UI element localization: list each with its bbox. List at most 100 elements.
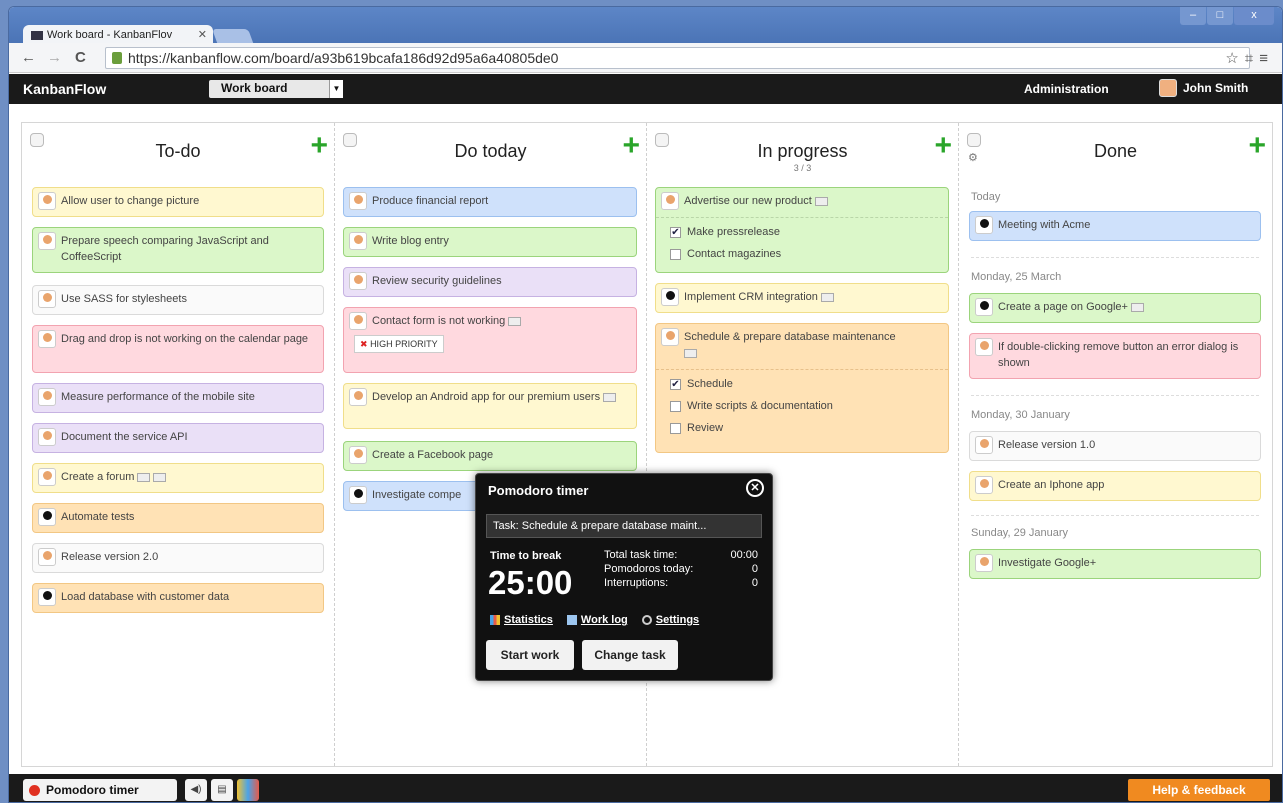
close-tab-icon[interactable]: ✕: [198, 28, 207, 41]
task-card[interactable]: Produce financial report: [343, 187, 637, 217]
checkbox[interactable]: [670, 422, 681, 434]
avatar: [975, 216, 993, 234]
url-text: https://kanbanflow.com/board/a93b619bcaf…: [128, 50, 559, 66]
subtask[interactable]: Write scripts & documentation: [670, 398, 942, 414]
task-card[interactable]: Release version 2.0: [32, 543, 324, 573]
start-work-button[interactable]: Start work: [486, 640, 574, 670]
checkbox-checked[interactable]: ✔: [670, 378, 681, 390]
print-icon[interactable]: ▤: [211, 779, 233, 801]
column-done: ⚙ Done + Today Meeting with Acme Monday,…: [959, 123, 1272, 766]
task-card[interactable]: Automate tests: [32, 503, 324, 533]
task-card[interactable]: Load database with customer data: [32, 583, 324, 613]
task-card[interactable]: Prepare speech comparing JavaScript and …: [32, 227, 324, 273]
tomato-icon: [29, 784, 40, 796]
time-to-break-label: Time to break: [490, 550, 562, 562]
add-task-icon[interactable]: +: [934, 131, 952, 161]
task-title: Create a Facebook page: [372, 449, 494, 461]
app-logo[interactable]: KanbanFlow: [23, 81, 106, 97]
user-menu[interactable]: John Smith: [1159, 79, 1248, 97]
administration-link[interactable]: Administration: [1024, 82, 1109, 96]
browser-window: Work board - KanbanFlov ✕ – □ x ← → C ht…: [8, 6, 1283, 803]
sound-icon[interactable]: ◀): [185, 779, 207, 801]
forward-icon[interactable]: →: [47, 49, 62, 66]
add-task-icon[interactable]: +: [622, 131, 640, 161]
task-card[interactable]: Release version 1.0: [969, 431, 1261, 461]
user-name: John Smith: [1183, 81, 1249, 95]
subtask-label: Contact magazines: [687, 248, 782, 260]
task-title: Produce financial report: [372, 195, 489, 207]
divider: [971, 515, 1259, 516]
priority-label: HIGH PRIORITY: [370, 339, 438, 349]
pin-icon: ✖: [360, 339, 368, 349]
pomodoro-timer-button[interactable]: Pomodoro timer: [23, 779, 177, 801]
settings-link[interactable]: Settings: [641, 614, 699, 626]
task-card[interactable]: Create a page on Google+: [969, 293, 1261, 323]
back-icon[interactable]: ←: [21, 49, 36, 66]
task-card[interactable]: Develop an Android app for our premium u…: [343, 383, 637, 429]
add-task-icon[interactable]: +: [310, 131, 328, 161]
checkbox-checked[interactable]: ✔: [670, 226, 681, 238]
work-log-label: Work log: [580, 614, 628, 626]
current-task: Task: Schedule & prepare database maint.…: [486, 514, 762, 538]
divider: [971, 257, 1259, 258]
minimize-icon[interactable]: –: [1180, 7, 1206, 25]
work-log-link[interactable]: Work log: [566, 614, 628, 626]
task-card[interactable]: Create a Facebook page: [343, 441, 637, 471]
help-feedback-button[interactable]: Help & feedback: [1128, 779, 1270, 801]
total-time-value: 00:00: [730, 549, 758, 561]
avatar: [975, 476, 993, 494]
task-card[interactable]: Use SASS for stylesheets: [32, 285, 324, 315]
task-card[interactable]: Allow user to change picture: [32, 187, 324, 217]
subtask[interactable]: ✔ Make pressrelease: [670, 224, 942, 240]
task-card[interactable]: Create a forum: [32, 463, 324, 493]
window-close-icon[interactable]: x: [1234, 7, 1274, 25]
task-card[interactable]: Implement CRM integration: [655, 283, 949, 313]
task-card[interactable]: Document the service API: [32, 423, 324, 453]
divider: [971, 395, 1259, 396]
gear-icon: [641, 615, 652, 625]
url-field[interactable]: https://kanbanflow.com/board/a93b619bcaf…: [105, 47, 1250, 69]
checkbox[interactable]: [670, 400, 681, 412]
task-card[interactable]: Measure performance of the mobile site: [32, 383, 324, 413]
subtask[interactable]: ✔ Schedule: [670, 376, 942, 392]
maximize-icon[interactable]: □: [1207, 7, 1233, 25]
dialog-title: Pomodoro timer: [488, 483, 589, 498]
task-title: Create a page on Google+: [998, 301, 1128, 313]
subtask[interactable]: Contact magazines: [670, 246, 942, 262]
task-card[interactable]: Advertise our new product ✔ Make pressrel…: [655, 187, 949, 273]
avatar: [349, 388, 367, 406]
checkbox[interactable]: [670, 248, 681, 260]
task-card[interactable]: If double-clicking remove button an erro…: [969, 333, 1261, 379]
star-icon[interactable]: ☆: [1225, 50, 1244, 67]
date-group-label: Monday, 25 March: [971, 271, 1062, 283]
menu-icon[interactable]: ≡: [1259, 50, 1274, 67]
total-time-label: Total task time:: [604, 549, 678, 561]
reload-icon[interactable]: C: [75, 49, 86, 66]
task-card[interactable]: Contact form is not working ✖ HIGH PRIORI…: [343, 307, 637, 373]
task-title: Develop an Android app for our premium u…: [372, 391, 601, 403]
task-card[interactable]: Schedule & prepare database maintenance …: [655, 323, 949, 453]
task-card[interactable]: Create an Iphone app: [969, 471, 1261, 501]
close-icon[interactable]: ✕: [746, 479, 764, 497]
subtask-label: Write scripts & documentation: [687, 400, 833, 412]
board-select[interactable]: Work board ▼: [209, 80, 343, 98]
task-card[interactable]: Investigate Google+: [969, 549, 1261, 579]
task-title: Use SASS for stylesheets: [61, 293, 187, 305]
avatar: [661, 192, 679, 210]
avatar: [1159, 79, 1177, 97]
task-card[interactable]: Drag and drop is not working on the cale…: [32, 325, 324, 373]
task-card[interactable]: Review security guidelines: [343, 267, 637, 297]
add-task-icon[interactable]: +: [1248, 131, 1266, 161]
screen-icon[interactable]: ⌗: [1245, 50, 1259, 67]
task-card[interactable]: Meeting with Acme: [969, 211, 1261, 241]
log-icon: [566, 615, 577, 625]
change-task-button[interactable]: Change task: [582, 640, 678, 670]
color-icon[interactable]: [237, 779, 259, 801]
task-card[interactable]: Write blog entry: [343, 227, 637, 257]
avatar: [975, 298, 993, 316]
subtask[interactable]: Review: [670, 420, 942, 436]
statistics-link[interactable]: Statistics: [490, 614, 553, 626]
avatar: [975, 436, 993, 454]
browser-tools[interactable]: ☆⌗≡: [1225, 49, 1274, 67]
note-icon: [508, 316, 522, 326]
